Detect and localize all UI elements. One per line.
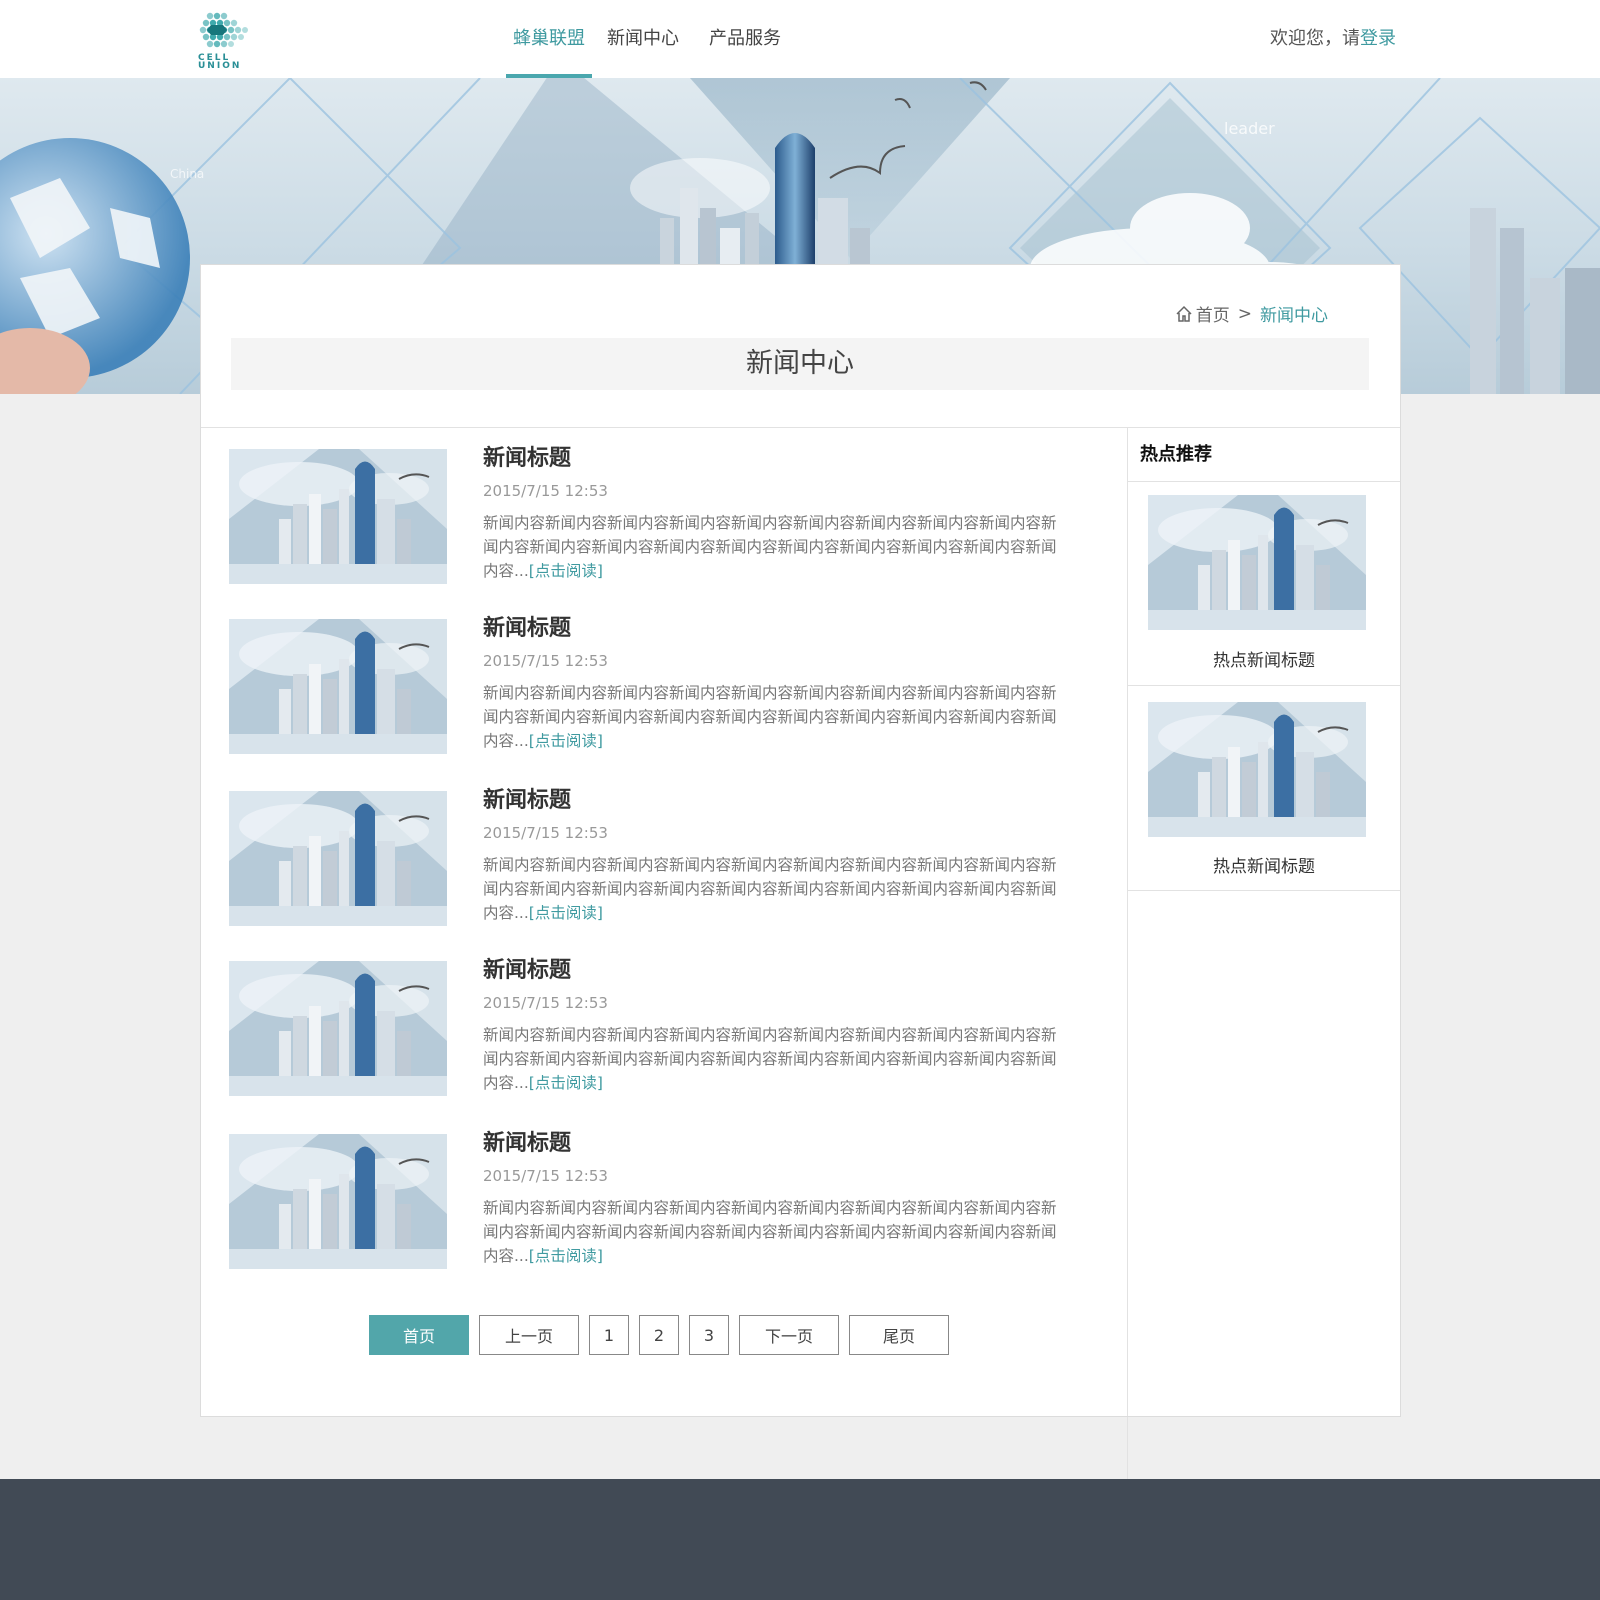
read-more-link[interactable]: [点击阅读] bbox=[529, 904, 603, 922]
nav-item-hive-alliance[interactable]: 蜂巢联盟 bbox=[506, 0, 592, 78]
read-more-link[interactable]: [点击阅读] bbox=[529, 1074, 603, 1092]
banner-word-leader: leader bbox=[1224, 119, 1275, 138]
hot-news-item[interactable]: 热点新闻标题 bbox=[1128, 686, 1400, 891]
news-date: 2015/7/15 12:53 bbox=[483, 652, 608, 670]
nav-item-news-center[interactable]: 新闻中心 bbox=[600, 0, 686, 78]
read-more-link[interactable]: [点击阅读] bbox=[529, 562, 603, 580]
site-footer bbox=[0, 1479, 1600, 1600]
sidebar-divider-extension bbox=[1127, 1417, 1128, 1479]
prev-page-button[interactable]: 上一页 bbox=[479, 1315, 579, 1355]
last-page-button[interactable]: 尾页 bbox=[849, 1315, 949, 1355]
breadcrumb-home[interactable]: 首页 bbox=[1196, 301, 1230, 326]
home-icon bbox=[1176, 305, 1192, 322]
news-date: 2015/7/15 12:53 bbox=[483, 1167, 608, 1185]
news-excerpt: 新闻内容新闻内容新闻内容新闻内容新闻内容新闻内容新闻内容新闻内容新闻内容新闻内容… bbox=[483, 1196, 1068, 1268]
news-excerpt: 新闻内容新闻内容新闻内容新闻内容新闻内容新闻内容新闻内容新闻内容新闻内容新闻内容… bbox=[483, 681, 1068, 753]
news-item: 新闻标题 2015/7/15 12:53 新闻内容新闻内容新闻内容新闻内容新闻内… bbox=[229, 446, 1089, 589]
news-title[interactable]: 新闻标题 bbox=[483, 785, 1068, 817]
breadcrumb: 首页 > 新闻中心 bbox=[1175, 301, 1328, 326]
news-excerpt: 新闻内容新闻内容新闻内容新闻内容新闻内容新闻内容新闻内容新闻内容新闻内容新闻内容… bbox=[483, 511, 1068, 583]
news-title[interactable]: 新闻标题 bbox=[483, 443, 1068, 475]
cell-union-logo[interactable]: CELL UNION bbox=[196, 8, 254, 72]
news-date: 2015/7/15 12:53 bbox=[483, 994, 608, 1012]
news-title[interactable]: 新闻标题 bbox=[483, 1128, 1068, 1160]
news-date: 2015/7/15 12:53 bbox=[483, 824, 608, 842]
main-nav: 蜂巢联盟 新闻中心 产品服务 bbox=[506, 0, 796, 78]
news-body: 新闻标题 2015/7/15 12:53 新闻内容新闻内容新闻内容新闻内容新闻内… bbox=[483, 443, 1068, 583]
welcome-message: 欢迎您，请登录 bbox=[1270, 24, 1396, 50]
hot-news-thumbnail[interactable] bbox=[1148, 702, 1366, 837]
news-body: 新闻标题 2015/7/15 12:53 新闻内容新闻内容新闻内容新闻内容新闻内… bbox=[483, 1128, 1068, 1268]
news-title[interactable]: 新闻标题 bbox=[483, 955, 1068, 987]
page-number-button[interactable]: 2 bbox=[639, 1315, 679, 1355]
welcome-text: 欢迎您，请 bbox=[1270, 28, 1360, 49]
page-number-button[interactable]: 1 bbox=[589, 1315, 629, 1355]
news-thumbnail[interactable] bbox=[229, 961, 447, 1096]
city-skyline-image-icon bbox=[229, 619, 447, 754]
logo-text-line2: UNION bbox=[198, 61, 242, 71]
nav-item-products-services[interactable]: 产品服务 bbox=[702, 0, 788, 78]
logo-text: CELL UNION bbox=[198, 54, 242, 71]
city-skyline-image-icon bbox=[1148, 495, 1366, 630]
city-skyline-image-icon bbox=[229, 1134, 447, 1269]
content-card: 首页 > 新闻中心 新闻中心 新闻标题 2015/7/15 12:53 新闻内容… bbox=[200, 264, 1401, 1417]
read-more-link[interactable]: [点击阅读] bbox=[529, 1247, 603, 1265]
hot-news-item[interactable]: 热点新闻标题 bbox=[1128, 482, 1400, 686]
pagination: 首页 上一页 1 2 3 下一页 尾页 bbox=[369, 1315, 959, 1355]
hot-recommend-sidebar: 热点推荐 热点新闻标题 热点新闻标题 bbox=[1127, 427, 1400, 1416]
news-body: 新闻标题 2015/7/15 12:53 新闻内容新闻内容新闻内容新闻内容新闻内… bbox=[483, 613, 1068, 753]
banner-word-china: China bbox=[170, 167, 204, 181]
city-skyline-image-icon bbox=[229, 791, 447, 926]
city-skyline-image-icon bbox=[229, 449, 447, 584]
news-thumbnail[interactable] bbox=[229, 619, 447, 754]
news-thumbnail[interactable] bbox=[229, 1134, 447, 1269]
news-item: 新闻标题 2015/7/15 12:53 新闻内容新闻内容新闻内容新闻内容新闻内… bbox=[229, 1131, 1089, 1274]
news-item: 新闻标题 2015/7/15 12:53 新闻内容新闻内容新闻内容新闻内容新闻内… bbox=[229, 616, 1089, 759]
hot-news-title[interactable]: 热点新闻标题 bbox=[1128, 852, 1400, 877]
news-excerpt: 新闻内容新闻内容新闻内容新闻内容新闻内容新闻内容新闻内容新闻内容新闻内容新闻内容… bbox=[483, 1023, 1068, 1095]
page-title: 新闻中心 bbox=[231, 338, 1369, 390]
breadcrumb-current[interactable]: 新闻中心 bbox=[1260, 301, 1328, 326]
news-body: 新闻标题 2015/7/15 12:53 新闻内容新闻内容新闻内容新闻内容新闻内… bbox=[483, 785, 1068, 925]
news-thumbnail[interactable] bbox=[229, 791, 447, 926]
site-header: CELL UNION 蜂巢联盟 新闻中心 产品服务 欢迎您，请登录 bbox=[0, 0, 1600, 78]
first-page-button[interactable]: 首页 bbox=[369, 1315, 469, 1355]
city-skyline-image-icon bbox=[229, 961, 447, 1096]
login-link[interactable]: 登录 bbox=[1360, 28, 1396, 49]
read-more-link[interactable]: [点击阅读] bbox=[529, 732, 603, 750]
honeycomb-logo-icon bbox=[199, 12, 248, 48]
news-item: 新闻标题 2015/7/15 12:53 新闻内容新闻内容新闻内容新闻内容新闻内… bbox=[229, 788, 1089, 931]
city-skyline-image-icon bbox=[1148, 702, 1366, 837]
news-body: 新闻标题 2015/7/15 12:53 新闻内容新闻内容新闻内容新闻内容新闻内… bbox=[483, 955, 1068, 1095]
news-thumbnail[interactable] bbox=[229, 449, 447, 584]
breadcrumb-separator: > bbox=[1237, 303, 1252, 324]
page-number-button[interactable]: 3 bbox=[689, 1315, 729, 1355]
news-excerpt: 新闻内容新闻内容新闻内容新闻内容新闻内容新闻内容新闻内容新闻内容新闻内容新闻内容… bbox=[483, 853, 1068, 925]
news-date: 2015/7/15 12:53 bbox=[483, 482, 608, 500]
hot-news-title[interactable]: 热点新闻标题 bbox=[1128, 646, 1400, 671]
news-title[interactable]: 新闻标题 bbox=[483, 613, 1068, 645]
next-page-button[interactable]: 下一页 bbox=[739, 1315, 839, 1355]
sidebar-title: 热点推荐 bbox=[1128, 427, 1400, 482]
news-item: 新闻标题 2015/7/15 12:53 新闻内容新闻内容新闻内容新闻内容新闻内… bbox=[229, 958, 1089, 1101]
hot-news-thumbnail[interactable] bbox=[1148, 495, 1366, 630]
